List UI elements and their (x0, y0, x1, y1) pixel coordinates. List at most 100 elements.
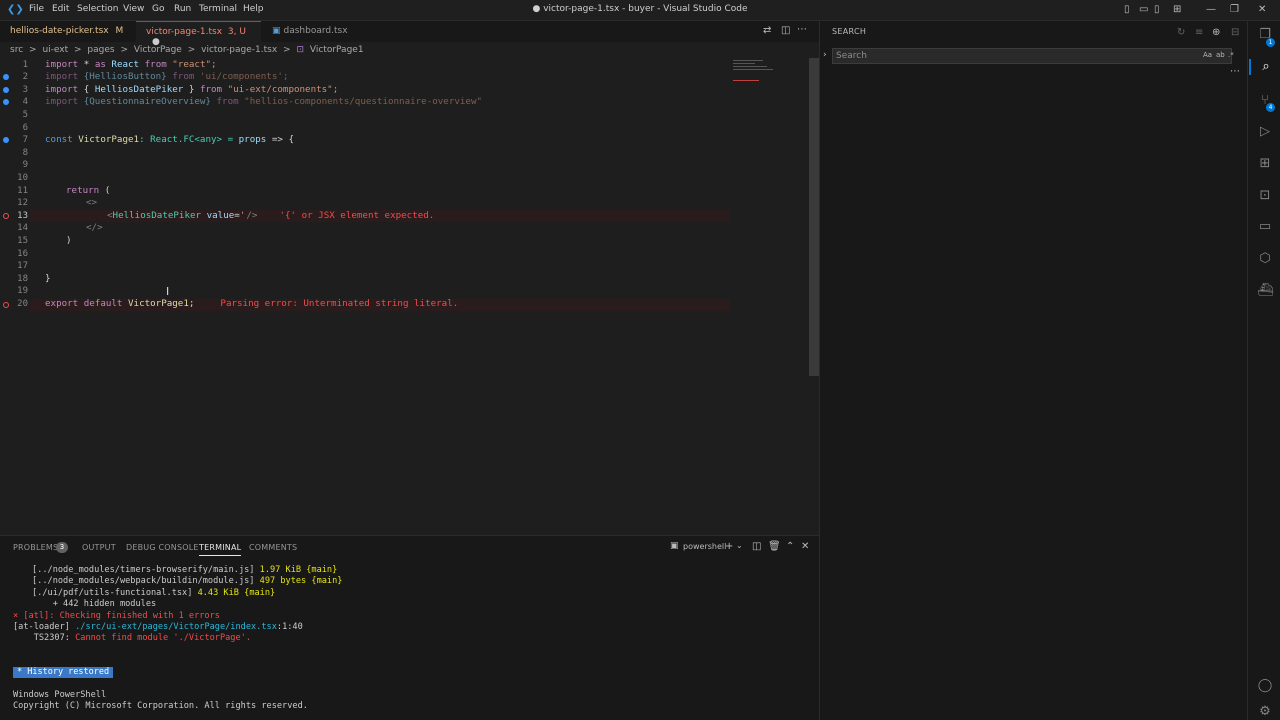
restore-icon[interactable]: ❐ (1230, 4, 1239, 15)
more-actions-icon[interactable]: ⋯ (797, 24, 807, 35)
use-regex-icon[interactable]: .* (1228, 51, 1234, 59)
menu-view[interactable]: View (123, 4, 144, 14)
breadcrumb-item[interactable]: VictorPage1 (310, 45, 364, 55)
menu-selection[interactable]: Selection (77, 4, 118, 14)
tab-label: hellios-date-picker.tsx (10, 26, 109, 36)
keyword: import (45, 96, 79, 107)
code-line-12: <> (86, 197, 98, 208)
terminal-line: [../node_modules/timers-browserify/main.… (32, 565, 337, 575)
kill-terminal-icon[interactable]: 🗑 (768, 541, 781, 552)
toggle-secondary-sidebar-icon[interactable]: ▯ (1154, 4, 1160, 15)
editor-scrollbar[interactable] (809, 58, 819, 376)
code-line-13: <HelliosDatePiker value='/> '{' or JSX el… (107, 210, 434, 221)
terminal-shell-name[interactable]: powershell (683, 542, 726, 551)
menu-help[interactable]: Help (243, 4, 264, 14)
code-line-18: } (45, 273, 51, 284)
terminal-shell-icon[interactable]: ▣ (670, 541, 679, 551)
toggle-replace-chevron-icon[interactable]: › (823, 50, 827, 60)
extensions-icon[interactable]: ⊞ (1257, 156, 1273, 172)
code-editor[interactable]: 1 2 3 4 5 6 7 8 9 10 11 12 13 14 15 16 1… (0, 58, 819, 535)
folder-icon[interactable]: ▭ (1257, 219, 1273, 235)
menu-terminal[interactable]: Terminal (199, 4, 237, 14)
breadcrumb-item[interactable]: VictorPage (134, 45, 182, 55)
menu-go[interactable]: Go (152, 4, 164, 14)
code-line-4: import {QuestionnaireOverview} from "hel… (45, 96, 482, 107)
terminal-text: [../node_modules/timers-browserify/main.… (32, 565, 255, 575)
toggle-primary-sidebar-icon[interactable]: ▯ (1124, 4, 1130, 15)
tab-output[interactable]: OUTPUT (82, 543, 116, 552)
tab-status: 3, U (227, 27, 246, 37)
minimap[interactable] (733, 58, 809, 98)
docker-icon[interactable]: ⛴ (1257, 283, 1274, 299)
customize-layout-icon[interactable]: ⊞ (1173, 4, 1181, 15)
new-terminal-icon[interactable]: + (725, 541, 733, 552)
accounts-icon[interactable]: ◯ (1257, 678, 1273, 694)
refresh-icon[interactable]: ↻ (1177, 27, 1185, 38)
type: : React.FC<any> = (139, 134, 239, 145)
close-window-icon[interactable]: ✕ (1258, 4, 1266, 15)
line-number: 8 (22, 148, 28, 158)
tab-victor-page-1[interactable]: victor-page-1.tsx 3, U ● (136, 21, 261, 47)
breadcrumb-item[interactable]: pages (87, 45, 114, 55)
tab-label: victor-page-1.tsx (146, 27, 223, 37)
identifier: {QuestionnaireOverview} (78, 96, 217, 107)
maximize-panel-icon[interactable]: ⌃ (786, 541, 794, 552)
identifier: props (238, 134, 267, 145)
explorer-badge: 1 (1266, 38, 1275, 47)
search-icon[interactable]: ⌕ (1249, 59, 1280, 75)
run-debug-icon[interactable]: ▷ (1257, 124, 1273, 140)
minimize-icon[interactable]: — (1206, 4, 1216, 15)
keyword: export (45, 298, 79, 309)
code-text: => { (266, 134, 294, 145)
menu-file[interactable]: File (29, 4, 44, 14)
match-whole-word-icon[interactable]: ab (1216, 51, 1225, 59)
line-number: 12 (17, 198, 28, 208)
gitlens-icon[interactable]: ⬡ (1257, 251, 1273, 267)
menu-edit[interactable]: Edit (52, 4, 69, 14)
remote-explorer-icon[interactable]: ⊡ (1257, 188, 1273, 204)
menu-run[interactable]: Run (174, 4, 191, 14)
identifier: HelliosDatePiker (94, 84, 184, 95)
line-number: 1 (22, 60, 28, 70)
search-input[interactable] (832, 48, 1232, 64)
vscode-logo-icon: ❮❯ (7, 4, 24, 15)
keyword: import (45, 71, 79, 82)
collapse-all-icon[interactable]: ⊟ (1231, 27, 1239, 38)
breadcrumb-item[interactable]: src (10, 45, 23, 55)
tab-comments[interactable]: COMMENTS (249, 543, 297, 552)
tab-status: M (115, 26, 124, 36)
tab-debug-console[interactable]: DEBUG CONSOLE (126, 543, 199, 552)
breadcrumb-item[interactable]: ui-ext (42, 45, 68, 55)
line-number: 17 (17, 261, 28, 271)
terminal-text: :1:40 (276, 622, 303, 632)
search-panel-title: SEARCH (832, 27, 867, 36)
line-number: 7 (22, 135, 28, 145)
close-panel-icon[interactable]: ✕ (801, 541, 809, 552)
code-text: ; (188, 298, 195, 309)
split-terminal-icon[interactable]: ◫ (752, 541, 761, 552)
keyword: default (78, 298, 128, 309)
split-editor-icon[interactable]: ◫ (781, 25, 790, 36)
new-search-editor-icon[interactable]: ⊕ (1212, 27, 1220, 38)
tab-problems[interactable]: PROBLEMS (13, 543, 58, 552)
match-case-icon[interactable]: Aa (1203, 51, 1212, 59)
code-text: /> (246, 210, 258, 221)
clear-results-icon[interactable]: ≡ (1195, 27, 1203, 38)
toggle-panel-icon[interactable]: ▭ (1139, 4, 1148, 15)
attribute: value (201, 210, 235, 221)
code-text: * (78, 59, 95, 70)
terminal-dropdown-icon[interactable]: ⌄ (736, 541, 743, 550)
tab-hellios-date-picker[interactable]: hellios-date-picker.tsx M (0, 21, 135, 42)
open-changes-icon[interactable]: ⇄ (763, 25, 771, 36)
string: 'ui/components'; (194, 71, 289, 82)
tab-dashboard[interactable]: ▣ dashboard.tsx (262, 21, 352, 42)
string: ' (239, 210, 246, 221)
manage-gear-icon[interactable]: ⚙ (1257, 704, 1273, 720)
toggle-search-details-icon[interactable]: ⋯ (1230, 66, 1240, 77)
breadcrumb-separator: > (283, 45, 291, 55)
tab-terminal[interactable]: TERMINAL (199, 543, 242, 556)
line-number: 16 (17, 249, 28, 259)
code-line-7: const VictorPage1: React.FC<any> = props… (45, 134, 294, 145)
breadcrumb-item[interactable]: victor-page-1.tsx (201, 45, 277, 55)
breadcrumb-separator: > (120, 45, 129, 55)
